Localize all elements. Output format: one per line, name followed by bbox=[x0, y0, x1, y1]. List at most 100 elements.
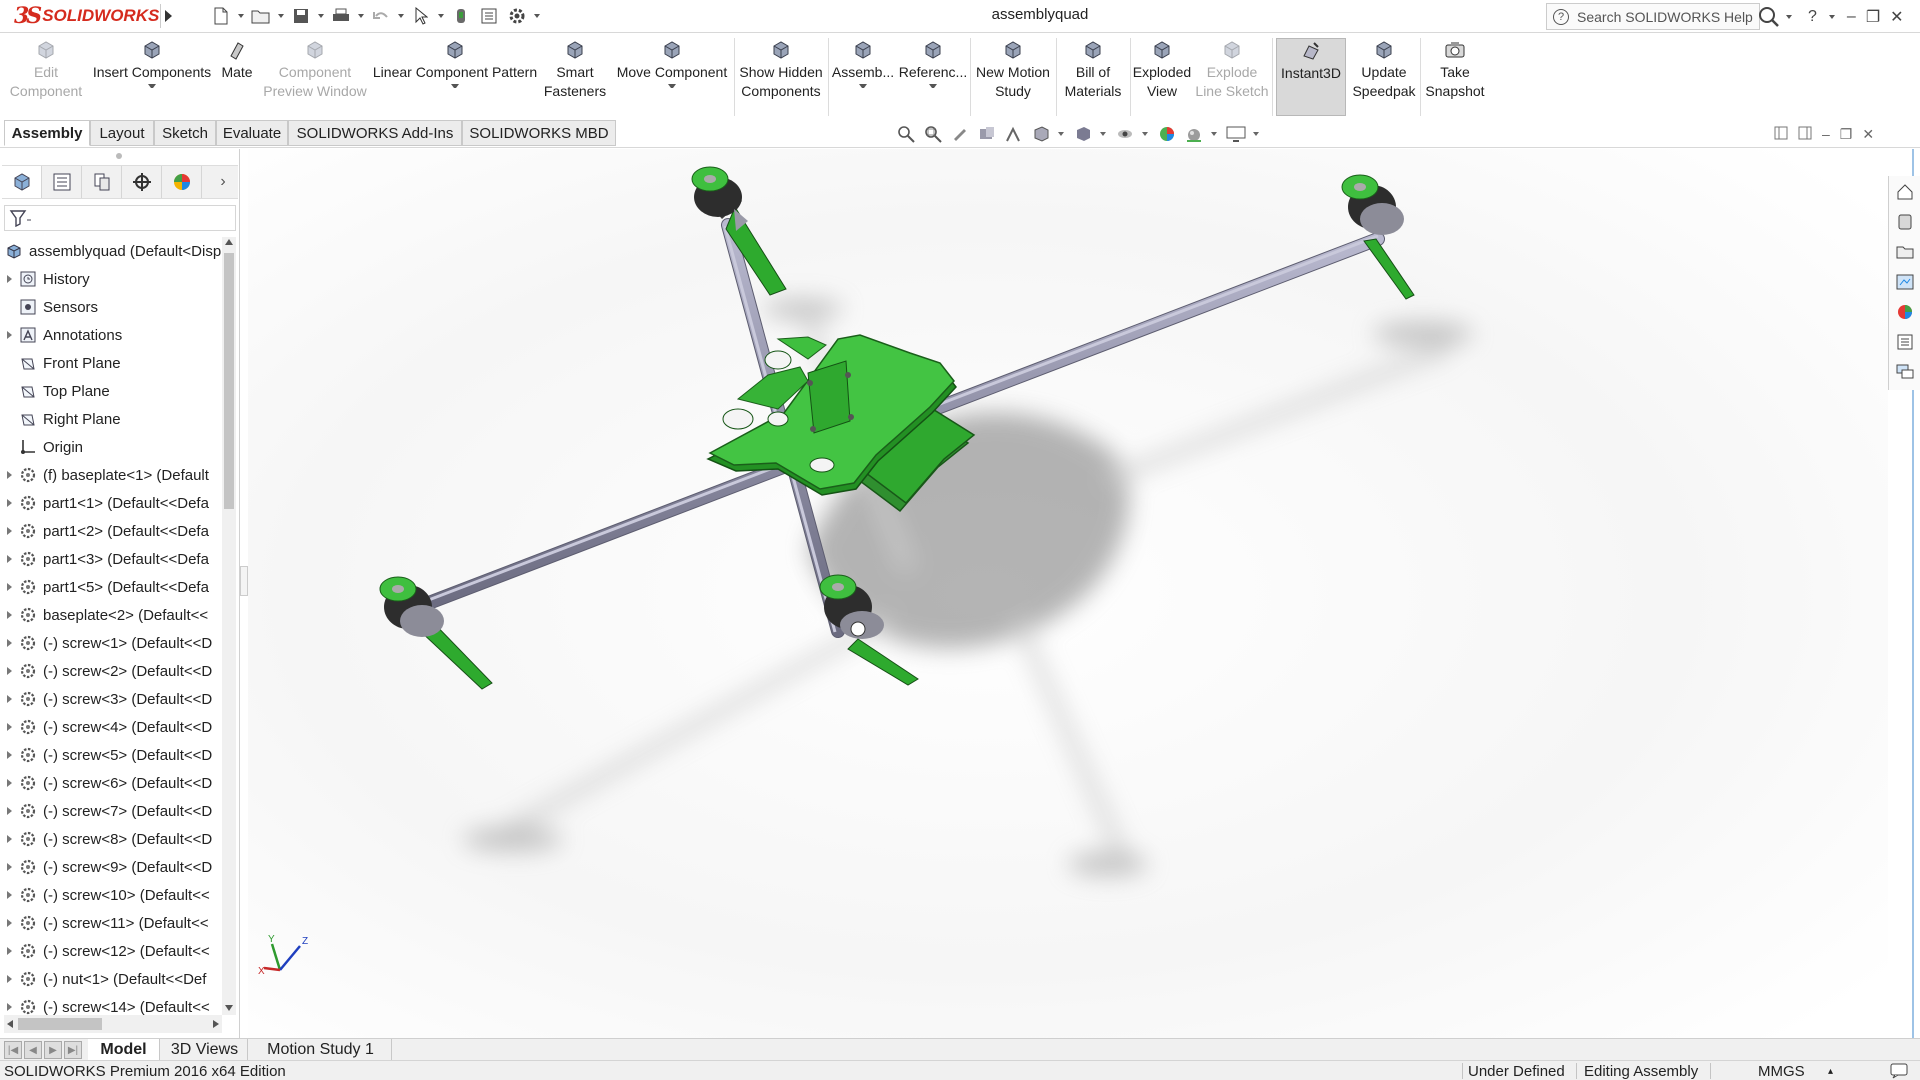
tab-assembly[interactable]: Assembly bbox=[4, 120, 90, 146]
command-dropdown-chevron-icon[interactable] bbox=[668, 84, 676, 92]
scroll-thumb-horizontal[interactable] bbox=[18, 1018, 102, 1030]
tree-item[interactable]: Annotations bbox=[0, 321, 222, 349]
options-dropdown-chevron-icon[interactable] bbox=[532, 4, 542, 28]
viewport-close-button[interactable]: ✕ bbox=[1862, 126, 1874, 143]
expand-arrow-icon[interactable] bbox=[0, 331, 18, 339]
open-folder-icon[interactable] bbox=[248, 4, 274, 28]
view-settings-dropdown-chevron-icon[interactable] bbox=[1253, 124, 1261, 144]
panel-grip-handle[interactable] bbox=[116, 153, 122, 159]
expand-arrow-icon[interactable] bbox=[0, 639, 18, 647]
quadcopter-3d-model[interactable] bbox=[248, 149, 1888, 1039]
component-preview-window-button[interactable]: Component Preview Window bbox=[260, 38, 370, 116]
insert-components-button[interactable]: Insert Components bbox=[90, 38, 214, 116]
search-button[interactable] bbox=[1754, 3, 1798, 30]
previous-view-icon[interactable] bbox=[950, 124, 970, 144]
configuration-manager-icon[interactable] bbox=[82, 166, 122, 198]
tree-item[interactable]: (-) screw<7> (Default<<D bbox=[0, 797, 222, 825]
edit-appearance-icon[interactable] bbox=[1157, 124, 1177, 144]
units-selector[interactable]: MMGS bbox=[1758, 1062, 1805, 1080]
command-dropdown-chevron-icon[interactable] bbox=[859, 84, 867, 92]
viewport-minimize-button[interactable]: – bbox=[1822, 126, 1830, 142]
zoom-to-area-icon[interactable] bbox=[923, 124, 943, 144]
view-palette-icon[interactable] bbox=[1894, 272, 1916, 292]
scroll-right-arrow-icon[interactable] bbox=[213, 1020, 219, 1028]
split-horizontal-icon[interactable] bbox=[1774, 126, 1788, 143]
help-menu-button[interactable]: ? bbox=[1808, 8, 1817, 26]
instant3d-button[interactable]: Instant3D bbox=[1276, 38, 1346, 116]
view-orientation-icon[interactable] bbox=[1031, 124, 1051, 144]
tab-solidworks-add-ins[interactable]: SOLIDWORKS Add-Ins bbox=[288, 120, 462, 146]
section-view-icon[interactable] bbox=[977, 124, 997, 144]
command-dropdown-chevron-icon[interactable] bbox=[148, 84, 156, 92]
display-style-dropdown-chevron-icon[interactable] bbox=[1100, 124, 1108, 144]
expand-arrow-icon[interactable] bbox=[0, 891, 18, 899]
expand-arrow-icon[interactable] bbox=[0, 751, 18, 759]
close-button[interactable]: ✕ bbox=[1890, 7, 1903, 27]
apply-scene-dropdown-chevron-icon[interactable] bbox=[1211, 124, 1219, 144]
tree-item[interactable]: Sensors bbox=[0, 293, 222, 321]
expand-arrow-icon[interactable] bbox=[0, 611, 18, 619]
select-dropdown-chevron-icon[interactable] bbox=[436, 4, 446, 28]
smart-fasteners-button[interactable]: Smart Fasteners bbox=[544, 38, 606, 116]
tab-sketch[interactable]: Sketch bbox=[154, 120, 216, 146]
hide-show-items-icon[interactable] bbox=[1115, 124, 1135, 144]
dynamic-annotation-icon[interactable] bbox=[1004, 124, 1024, 144]
scroll-left-arrow-icon[interactable] bbox=[7, 1020, 13, 1028]
file-properties-icon[interactable] bbox=[476, 4, 502, 28]
tree-item[interactable]: part1<3> (Default<<Defa bbox=[0, 545, 222, 573]
tab-layout[interactable]: Layout bbox=[90, 120, 154, 146]
command-dropdown-chevron-icon[interactable] bbox=[451, 84, 459, 92]
tree-item[interactable]: (-) screw<11> (Default<< bbox=[0, 909, 222, 937]
tree-item[interactable]: part1<1> (Default<<Defa bbox=[0, 489, 222, 517]
linear-component-pattern-button[interactable]: Linear Component Pattern bbox=[370, 38, 540, 116]
move-component-button[interactable]: Move Component bbox=[610, 38, 734, 116]
tree-item[interactable]: (-) screw<3> (Default<<D bbox=[0, 685, 222, 713]
tree-item[interactable]: (-) screw<5> (Default<<D bbox=[0, 741, 222, 769]
solidworks-resources-home-icon[interactable] bbox=[1894, 182, 1916, 202]
mate-button[interactable]: Mate bbox=[214, 38, 260, 116]
expand-arrow-icon[interactable] bbox=[0, 1003, 18, 1011]
save-icon[interactable] bbox=[288, 4, 314, 28]
select-cursor-icon[interactable] bbox=[408, 4, 434, 28]
rebuild-status-icon[interactable] bbox=[1890, 1062, 1908, 1080]
undo-dropdown-chevron-icon[interactable] bbox=[396, 4, 406, 28]
tree-vertical-scrollbar[interactable] bbox=[222, 237, 236, 1015]
tree-horizontal-scrollbar[interactable] bbox=[4, 1015, 222, 1033]
minimize-button[interactable]: – bbox=[1847, 8, 1856, 26]
new-dropdown-chevron-icon[interactable] bbox=[236, 4, 246, 28]
display-manager-icon[interactable] bbox=[162, 166, 202, 198]
new-document-icon[interactable] bbox=[208, 4, 234, 28]
scroll-down-arrow-icon[interactable] bbox=[225, 1005, 233, 1011]
solidworks-forum-icon[interactable] bbox=[1894, 362, 1916, 382]
view-settings-icon[interactable] bbox=[1226, 124, 1246, 144]
tab-evaluate[interactable]: Evaluate bbox=[216, 120, 288, 146]
undo-icon[interactable] bbox=[368, 4, 394, 28]
featuremanager-tree-icon[interactable] bbox=[2, 166, 42, 198]
command-dropdown-chevron-icon[interactable] bbox=[929, 84, 937, 92]
menu-expand-arrow-icon[interactable] bbox=[160, 4, 174, 28]
expand-arrow-icon[interactable] bbox=[0, 947, 18, 955]
tree-item[interactable]: (f) baseplate<1> (Default bbox=[0, 461, 222, 489]
property-manager-icon[interactable] bbox=[42, 166, 82, 198]
next-tab-arrow-icon[interactable]: ▶ bbox=[44, 1041, 62, 1059]
expand-arrow-icon[interactable] bbox=[0, 275, 18, 283]
tree-item[interactable]: (-) screw<12> (Default<< bbox=[0, 937, 222, 965]
tab-model[interactable]: Model bbox=[88, 1039, 160, 1061]
tree-item[interactable]: Right Plane bbox=[0, 405, 222, 433]
tab-solidworks-mbd[interactable]: SOLIDWORKS MBD bbox=[462, 120, 616, 146]
options-gear-icon[interactable] bbox=[504, 4, 530, 28]
graphics-area[interactable] bbox=[248, 149, 1888, 1039]
tree-item[interactable]: (-) screw<6> (Default<<D bbox=[0, 769, 222, 797]
open-dropdown-chevron-icon[interactable] bbox=[276, 4, 286, 28]
zoom-to-fit-icon[interactable] bbox=[896, 124, 916, 144]
expand-arrow-icon[interactable] bbox=[0, 667, 18, 675]
first-tab-arrow-icon[interactable]: |◀ bbox=[4, 1041, 22, 1059]
panel-more-chevron-icon[interactable]: › bbox=[208, 173, 238, 191]
print-dropdown-chevron-icon[interactable] bbox=[356, 4, 366, 28]
show-hidden-components-button[interactable]: Show Hidden Components bbox=[736, 38, 826, 116]
expand-arrow-icon[interactable] bbox=[0, 863, 18, 871]
expand-arrow-icon[interactable] bbox=[0, 919, 18, 927]
restore-button[interactable]: ❐ bbox=[1866, 7, 1880, 27]
new-motion-study-button[interactable]: New Motion Study bbox=[972, 38, 1054, 116]
design-library-icon[interactable] bbox=[1894, 212, 1916, 232]
